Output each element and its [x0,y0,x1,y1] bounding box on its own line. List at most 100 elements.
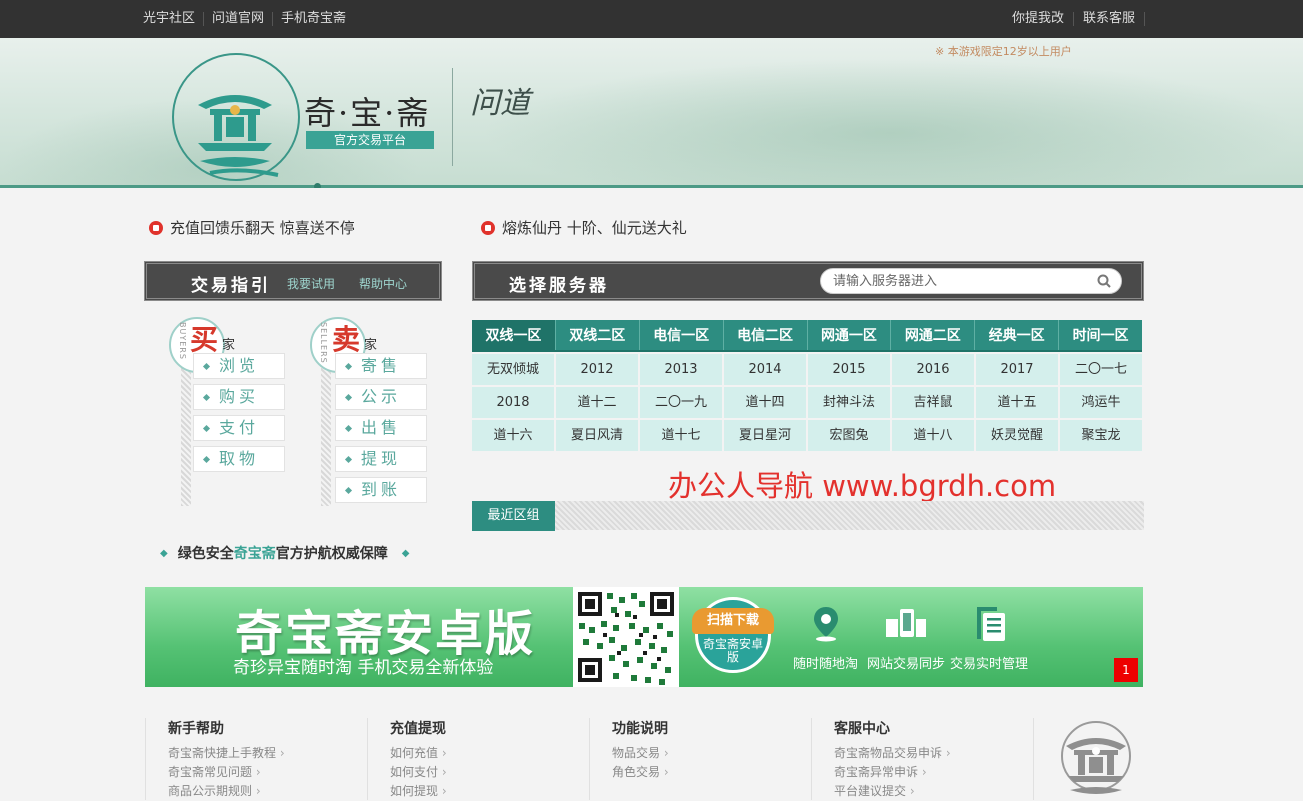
seller-step-arrive[interactable]: 到账 [335,477,427,503]
server-cell[interactable]: 道十四 [724,387,806,418]
pavilion-logo-icon[interactable] [190,83,280,183]
server-search-input[interactable] [833,273,1083,290]
recent-groups-tab[interactable]: 最近区组 [472,501,555,531]
server-cell[interactable]: 封神斗法 [808,387,890,418]
tab-region-shuangxian-2[interactable]: 双线二区 [556,320,640,350]
qr-code-icon [573,587,679,687]
tab-region-jingdian-1[interactable]: 经典一区 [975,320,1060,350]
top-link-wendao-official[interactable]: 问道官网 [204,12,274,26]
scan-download-badge[interactable]: 扫描下载 奇宝斋安卓版 [692,597,774,673]
seller-step-sell[interactable]: 出售 [335,415,427,441]
sellers-stripe [321,368,331,506]
footer-column-title: 功能说明 [612,721,668,737]
server-cell[interactable]: 2016 [892,354,974,385]
server-cell[interactable]: 道十二 [556,387,638,418]
diamond-icon [202,455,211,464]
footer-link[interactable]: 奇宝斋物品交易申诉 [834,744,951,763]
server-cell[interactable]: 道十五 [976,387,1058,418]
server-cell[interactable]: 2015 [808,354,890,385]
footer-link[interactable]: 如何提现 [390,782,447,801]
scan-download-text: 奇宝斋安卓版 [702,637,763,664]
server-cell[interactable]: 2012 [556,354,638,385]
server-cell[interactable]: 鸿运牛 [1060,387,1142,418]
help-center-link[interactable]: 帮助中心 [359,275,407,292]
server-grid: 无双倾城 2012 2013 2014 2015 2016 2017 二〇一七 … [472,354,1142,451]
tab-region-shijian-1[interactable]: 时间一区 [1059,320,1142,350]
buyers-stripe [181,368,191,506]
footer-link[interactable]: 物品交易 [612,744,669,763]
server-cell[interactable]: 2014 [724,354,806,385]
game-calligraphy-logo[interactable]: 问道 [470,78,530,122]
footer-link[interactable]: 如何支付 [390,763,447,782]
footer-link[interactable]: 商品公示期规则 [168,782,285,801]
footer-link[interactable]: 奇宝斋快捷上手教程 [168,744,285,763]
news-bullet-icon [481,220,495,235]
top-link-guangyu-community[interactable]: 光宇社区 [143,12,205,26]
diamond-icon: ◆ [160,547,168,559]
tab-region-dianxin-2[interactable]: 电信二区 [724,320,808,350]
seller-step-consign[interactable]: 寄售 [335,353,427,379]
top-right-links: 你提我改 联系客服 [1003,0,1145,38]
diamond-icon [344,393,353,402]
top-link-feedback[interactable]: 你提我改 [1003,12,1074,26]
age-notice: ※ 本游戏限定12岁以上用户 [935,45,1072,58]
trade-guide-header: 交易指引 我要试用 帮助中心 [144,261,442,301]
server-cell[interactable]: 宏图兔 [808,420,890,451]
footer-column-title: 充值提现 [390,721,446,737]
seller-step-publicity[interactable]: 公示 [335,384,427,410]
diamond-icon [344,362,353,371]
tab-region-dianxin-1[interactable]: 电信一区 [640,320,724,350]
top-bar: 光宇社区 问道官网 手机奇宝斋 你提我改 联系客服 [0,0,1303,38]
buyer-step-pay[interactable]: 支付 [193,415,285,441]
footer-link[interactable]: 角色交易 [612,763,669,782]
buyer-step-browse[interactable]: 浏览 [193,353,285,379]
footer-link[interactable]: 奇宝斋异常申诉 [834,763,951,782]
promo-subtitle: 奇珍异宝随时淘 手机交易全新体验 [233,658,494,678]
footer-link[interactable]: 如何充值 [390,744,447,763]
server-cell[interactable]: 妖灵觉醒 [976,420,1058,451]
server-cell[interactable]: 吉祥鼠 [892,387,974,418]
tab-region-wangtong-1[interactable]: 网通一区 [808,320,892,350]
logo-divider [452,68,453,166]
banner-baseline [0,185,1303,188]
server-cell[interactable]: 2013 [640,354,722,385]
footer-link[interactable]: 平台建议提交 [834,782,951,801]
top-link-mobile-qibaozhai[interactable]: 手机奇宝斋 [273,12,354,26]
news-bullet-icon [149,220,163,235]
buyer-step-retrieve[interactable]: 取物 [193,446,285,472]
footer-column-newbie-help: 新手帮助 奇宝斋快捷上手教程 奇宝斋常见问题 商品公示期规则 [145,718,285,800]
top-link-contact-service[interactable]: 联系客服 [1074,12,1145,26]
seller-step-withdraw[interactable]: 提现 [335,446,427,472]
server-cell[interactable]: 二〇一九 [640,387,722,418]
server-cell[interactable]: 2017 [976,354,1058,385]
footer-link[interactable]: 奇宝斋常见问题 [168,763,285,782]
try-link[interactable]: 我要试用 [287,275,335,292]
watermark-text: 办公人导航 www.bgrdh.com [668,469,1057,503]
server-cell[interactable]: 二〇一七 [1060,354,1142,385]
search-icon[interactable] [1097,274,1111,288]
feature-label: 网站交易同步 [867,657,946,672]
sellers-small-char: 家 [364,338,378,353]
server-cell[interactable]: 夏日风清 [556,420,638,451]
tab-region-wangtong-2[interactable]: 网通二区 [891,320,976,350]
server-cell[interactable]: 道十八 [892,420,974,451]
server-cell[interactable]: 道十六 [472,420,554,451]
buyers-en-label: BUYERS [178,322,187,360]
footer-column-service: 客服中心 奇宝斋物品交易申诉 奇宝斋异常申诉 平台建议提交 [811,718,951,800]
server-cell[interactable]: 聚宝龙 [1060,420,1142,451]
tab-region-shuangxian-1[interactable]: 双线一区 [472,320,556,350]
safety-suffix: 官方护航权威保障 [275,546,388,562]
server-cell[interactable]: 夏日星河 [724,420,806,451]
server-cell[interactable]: 道十七 [640,420,722,451]
news-text[interactable]: 熔炼仙丹 十阶、仙元送大礼 [502,217,687,238]
news-text[interactable]: 充值回馈乐翻天 惊喜送不停 [170,217,355,238]
server-cell[interactable]: 无双倾城 [472,354,554,385]
news-item[interactable]: 熔炼仙丹 十阶、仙元送大礼 [481,217,687,238]
buyer-step-buy[interactable]: 购买 [193,384,285,410]
feature-label: 随时随地淘 [793,657,859,672]
news-item[interactable]: 充值回馈乐翻天 惊喜送不停 [149,217,355,238]
corner-badge[interactable]: 1 [1114,658,1138,682]
server-cell[interactable]: 2018 [472,387,554,418]
feature-anywhere: 随时随地淘 [793,605,858,672]
safety-highlight: 奇宝斋 [233,546,276,562]
